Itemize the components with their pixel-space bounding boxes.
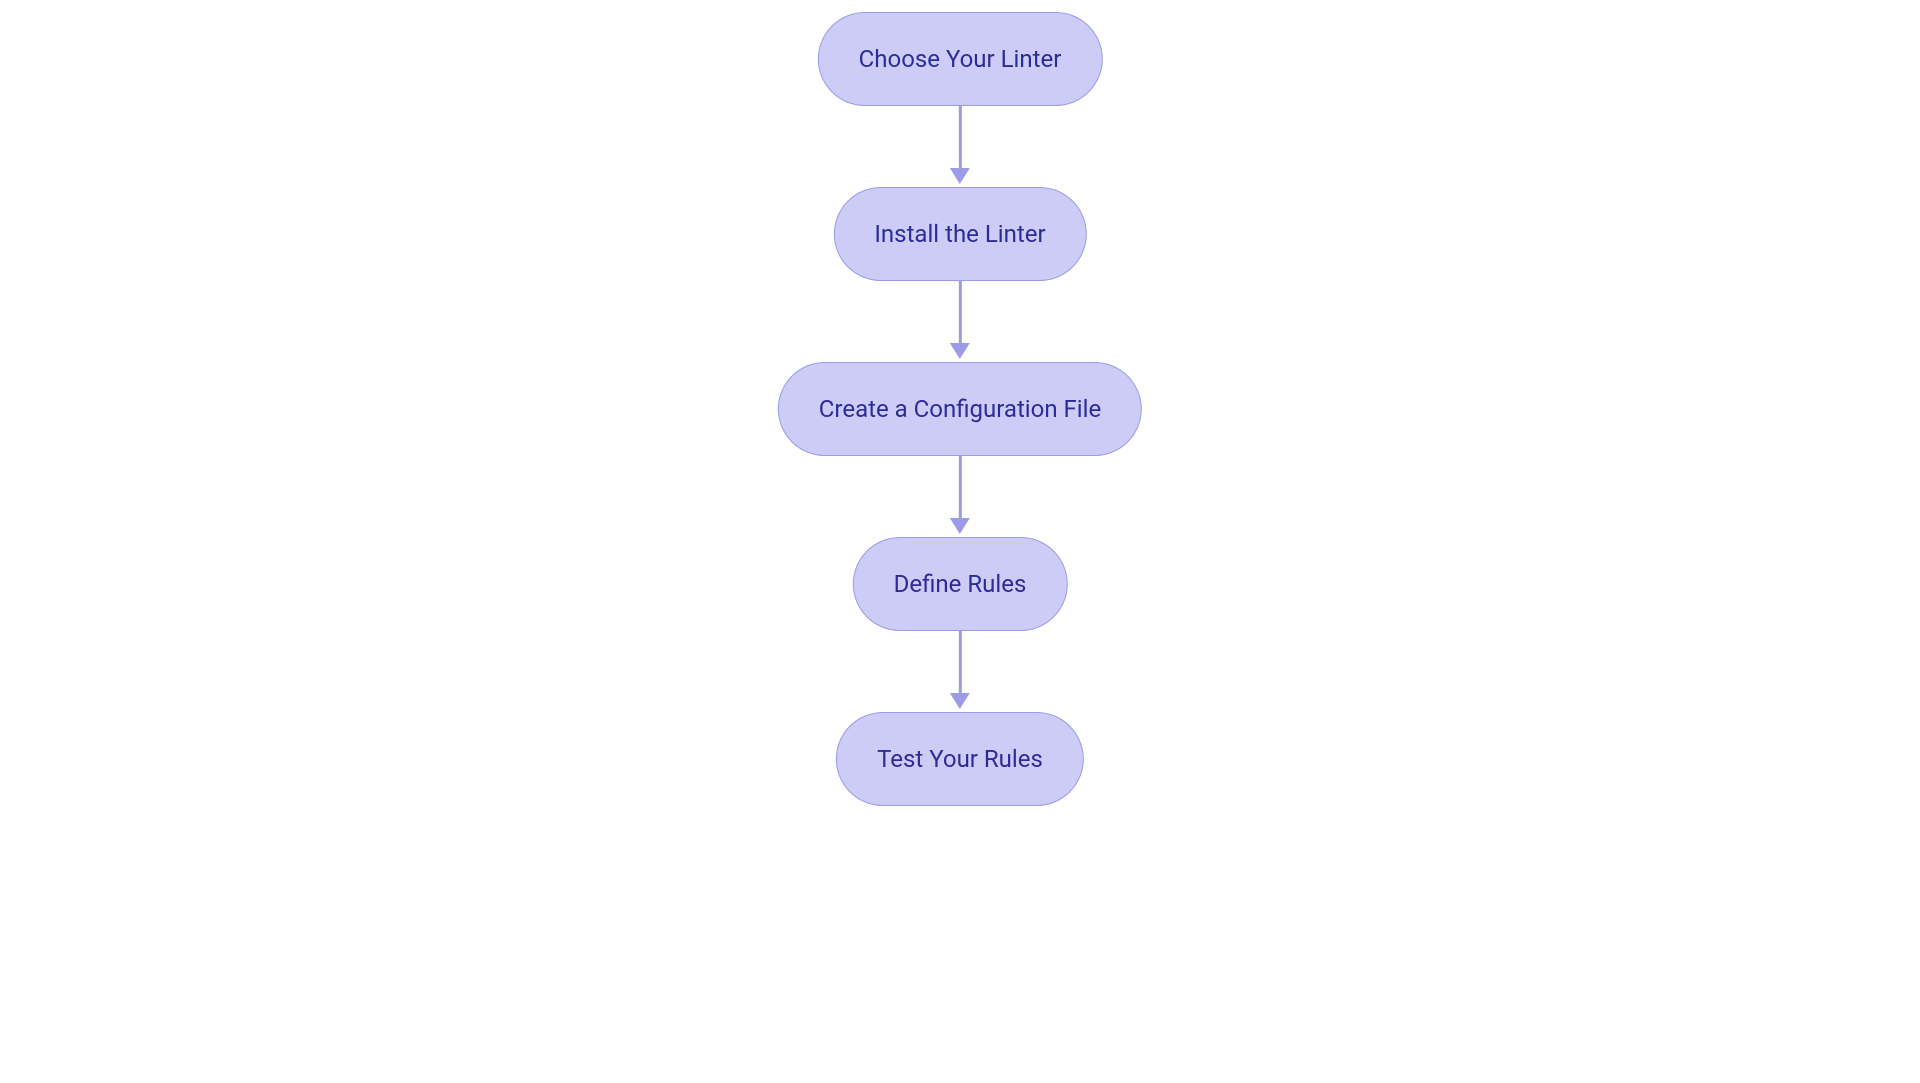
arrow-2 — [950, 281, 970, 362]
arrow-line-icon — [958, 106, 961, 168]
flowchart-node-4: Define Rules — [853, 537, 1068, 631]
arrow-head-icon — [950, 693, 970, 709]
flowchart-node-3: Create a Configuration File — [778, 362, 1142, 456]
arrow-head-icon — [950, 168, 970, 184]
flowchart-node-5: Test Your Rules — [836, 712, 1084, 806]
node-label: Choose Your Linter — [859, 45, 1062, 73]
arrow-line-icon — [958, 456, 961, 518]
flowchart-container: Choose Your Linter Install the Linter Cr… — [778, 12, 1142, 806]
flowchart-node-1: Choose Your Linter — [818, 12, 1103, 106]
arrow-1 — [950, 106, 970, 187]
arrow-head-icon — [950, 343, 970, 359]
node-label: Test Your Rules — [877, 745, 1043, 773]
node-label: Create a Configuration File — [819, 395, 1101, 423]
arrow-head-icon — [950, 518, 970, 534]
arrow-3 — [950, 456, 970, 537]
flowchart-node-2: Install the Linter — [833, 187, 1086, 281]
arrow-4 — [950, 631, 970, 712]
node-label: Define Rules — [894, 570, 1027, 598]
arrow-line-icon — [958, 281, 961, 343]
node-label: Install the Linter — [874, 220, 1045, 248]
arrow-line-icon — [958, 631, 961, 693]
